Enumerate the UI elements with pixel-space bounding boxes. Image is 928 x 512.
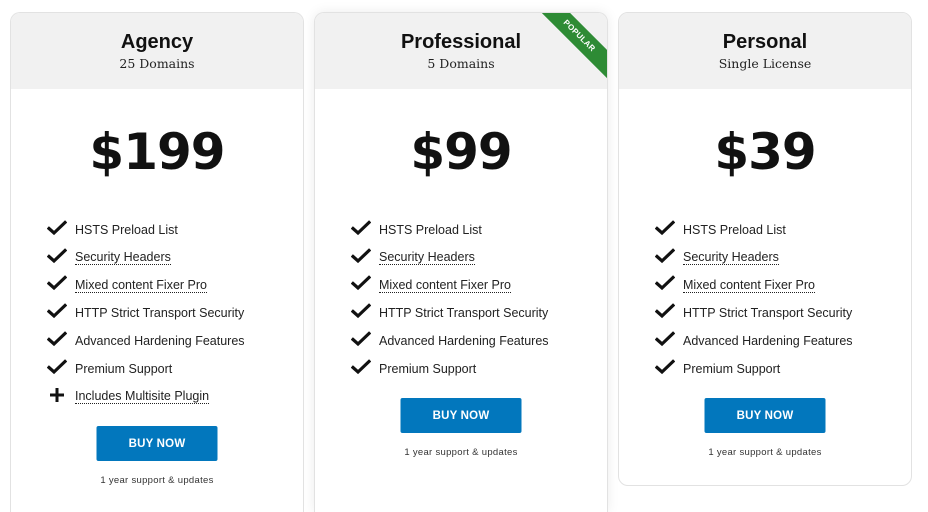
support-note: 1 year support & updates — [708, 447, 822, 458]
check-icon — [350, 359, 372, 375]
plus-icon — [47, 387, 67, 403]
check-icon — [350, 247, 372, 264]
feature-label: Advanced Hardening Features — [75, 334, 245, 349]
feature-tooltip-label[interactable]: Security Headers — [379, 250, 475, 266]
pricing-card-personal: Personal Single License $39 HSTS Preload… — [618, 12, 912, 486]
feature-item: HTTP Strict Transport Security — [654, 299, 901, 327]
check-icon — [654, 303, 676, 319]
feature-item: Advanced Hardening Features — [654, 327, 901, 355]
check-icon — [46, 247, 68, 264]
check-icon — [46, 220, 68, 236]
feature-item: HSTS Preload List — [350, 216, 597, 244]
plan-price: $99 — [410, 123, 512, 181]
support-note: 1 year support & updates — [404, 447, 518, 458]
check-icon — [350, 275, 372, 291]
feature-label: HTTP Strict Transport Security — [75, 306, 245, 321]
check-icon — [350, 331, 372, 347]
feature-item: Includes Multisite Plugin — [47, 383, 293, 411]
buy-now-button[interactable]: BUY NOW — [704, 398, 826, 433]
feature-list: HSTS Preload List Security Headers Mixed c… — [654, 216, 901, 383]
feature-label: Premium Support — [683, 361, 781, 376]
check-icon — [654, 359, 676, 375]
feature-item: Premium Support — [46, 355, 293, 383]
feature-item: HSTS Preload List — [654, 216, 901, 244]
feature-list: HSTS Preload List Security Headers Mixed c… — [46, 216, 293, 411]
feature-tooltip-label[interactable]: Mixed content Fixer Pro — [379, 278, 511, 293]
feature-tooltip-label[interactable]: Security Headers — [75, 250, 171, 266]
feature-label: Advanced Hardening Features — [379, 334, 549, 349]
popular-ribbon: POPULAR — [534, 13, 607, 86]
check-icon — [654, 220, 676, 236]
check-icon — [46, 331, 68, 347]
feature-item: Premium Support — [654, 355, 901, 383]
feature-label: HTTP Strict Transport Security — [379, 306, 549, 321]
feature-list: HSTS Preload List Security Headers Mixed c… — [350, 216, 597, 383]
feature-item: Advanced Hardening Features — [350, 327, 597, 355]
buy-now-button[interactable]: BUY NOW — [400, 398, 522, 433]
check-icon — [654, 331, 676, 347]
feature-item: HSTS Preload List — [46, 216, 293, 244]
plan-subtitle: 25 Domains — [119, 56, 195, 71]
feature-tooltip-label[interactable]: Includes Multisite Plugin — [75, 389, 210, 405]
check-icon — [46, 275, 68, 291]
feature-item: Mixed content Fixer Pro — [350, 272, 597, 300]
check-icon — [46, 359, 68, 375]
feature-item: Premium Support — [350, 355, 597, 383]
card-header: Personal Single License — [619, 13, 911, 89]
feature-item: Security Headers — [654, 244, 901, 272]
feature-label: HSTS Preload List — [379, 222, 482, 237]
feature-item: Mixed content Fixer Pro — [654, 272, 901, 300]
feature-item: HTTP Strict Transport Security — [350, 299, 597, 327]
check-icon — [350, 303, 372, 319]
support-note: 1 year support & updates — [100, 475, 214, 486]
plan-price: $39 — [714, 123, 816, 181]
plan-name: Agency — [120, 31, 194, 53]
feature-label: HSTS Preload List — [683, 222, 786, 237]
feature-label: HTTP Strict Transport Security — [683, 306, 853, 321]
check-icon — [350, 220, 372, 236]
feature-item: Mixed content Fixer Pro — [46, 272, 293, 300]
feature-label: HSTS Preload List — [75, 222, 178, 237]
feature-label: Premium Support — [379, 361, 477, 376]
feature-label: Advanced Hardening Features — [683, 334, 853, 349]
feature-item: Security Headers — [46, 244, 293, 272]
buy-now-button[interactable]: BUY NOW — [96, 426, 218, 461]
feature-tooltip-label[interactable]: Mixed content Fixer Pro — [683, 278, 815, 293]
check-icon — [46, 303, 68, 319]
feature-label: Premium Support — [75, 361, 173, 376]
plan-price: $199 — [89, 123, 225, 181]
feature-tooltip-label[interactable]: Security Headers — [683, 250, 779, 266]
pricing-card-agency: Agency 25 Domains $199 HSTS Preload List… — [10, 12, 304, 512]
popular-badge: POPULAR — [534, 13, 607, 82]
feature-item: Security Headers — [350, 244, 597, 272]
pricing-card-professional: Professional 5 Domains POPULAR $99 HSTS … — [314, 12, 608, 512]
card-header: Agency 25 Domains — [11, 13, 303, 89]
plan-subtitle: Single License — [718, 56, 812, 71]
feature-item: Advanced Hardening Features — [46, 327, 293, 355]
check-icon — [654, 247, 676, 264]
feature-tooltip-label[interactable]: Mixed content Fixer Pro — [75, 278, 207, 293]
plan-name: Personal — [722, 31, 808, 53]
check-icon — [654, 275, 676, 291]
feature-item: HTTP Strict Transport Security — [46, 299, 293, 327]
